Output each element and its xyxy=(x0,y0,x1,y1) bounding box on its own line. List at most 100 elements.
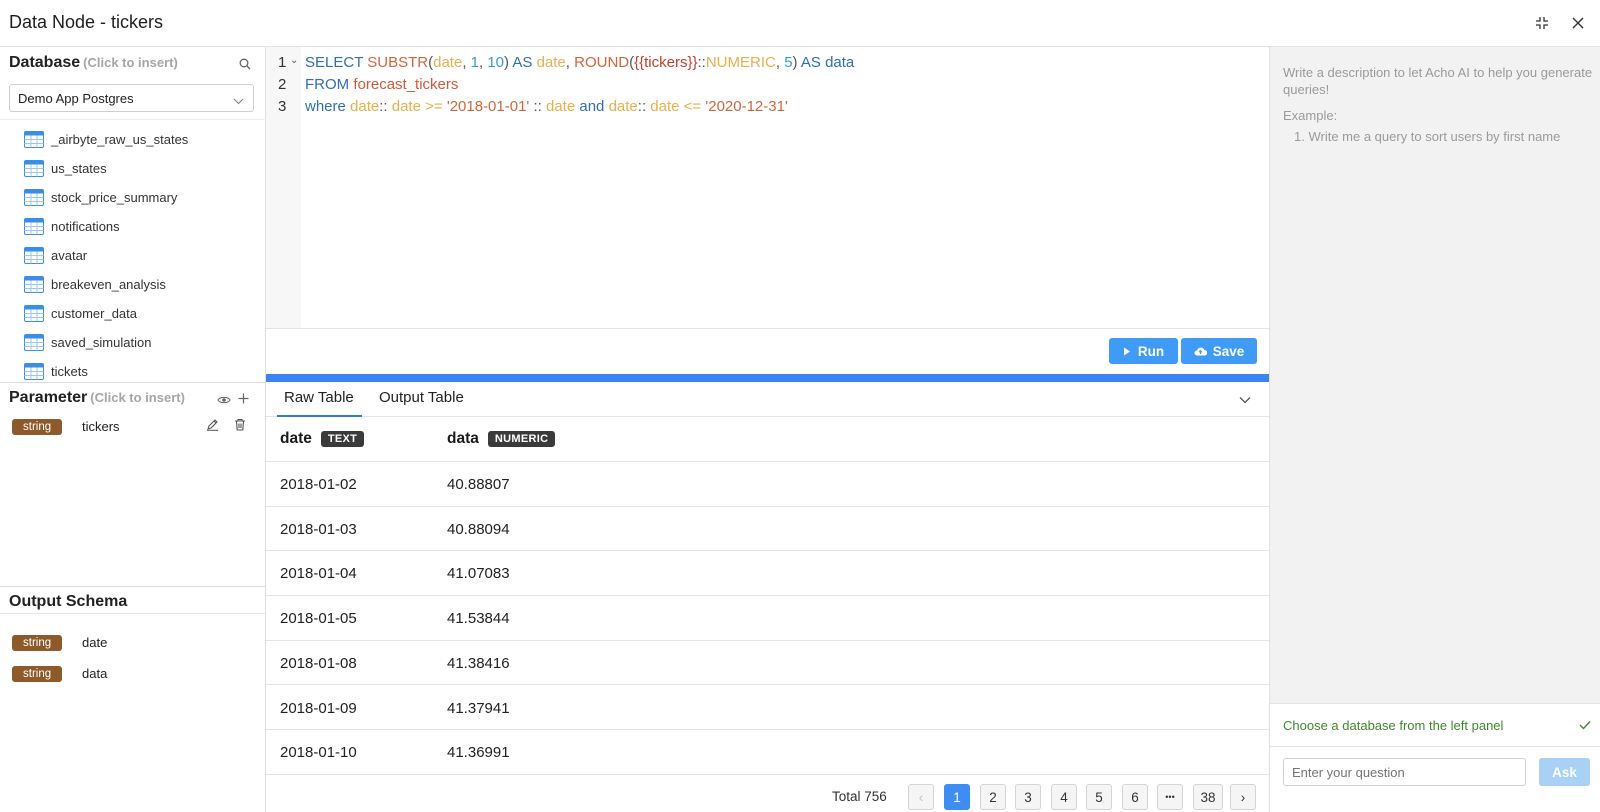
page-button[interactable]: 3 xyxy=(1015,784,1041,810)
schema-item: string date xyxy=(12,634,252,652)
table-icon xyxy=(24,188,44,206)
table-item[interactable]: _airbyte_raw_us_states xyxy=(24,128,188,150)
page-button[interactable]: 5 xyxy=(1086,784,1112,810)
table-icon xyxy=(24,304,44,322)
cell-date: 2018-01-04 xyxy=(280,565,357,583)
cell-date: 2018-01-03 xyxy=(280,520,357,538)
table-row: 2018-01-10 41.36991 xyxy=(266,730,1269,775)
chevron-down-icon xyxy=(233,93,244,108)
eye-icon[interactable] xyxy=(217,392,231,410)
page-button[interactable]: 2 xyxy=(980,784,1006,810)
line-number: 2 xyxy=(278,76,287,93)
type-badge: string xyxy=(12,635,63,651)
type-badge: string xyxy=(12,419,63,435)
table-item[interactable]: notifications xyxy=(24,215,120,237)
parameter-heading: Parameter (Click to insert) xyxy=(9,389,185,406)
table-item[interactable]: avatar xyxy=(24,244,87,266)
window-title: Data Node - tickers xyxy=(9,12,164,32)
save-button[interactable]: Save xyxy=(1181,338,1257,364)
cloud-upload-icon xyxy=(1194,347,1207,356)
fold-icon[interactable]: ⌄ xyxy=(290,55,298,66)
code-line[interactable]: SELECT SUBSTR(date, 1, 10) AS date, ROUN… xyxy=(305,54,854,71)
more-pages-button[interactable]: ••• xyxy=(1157,784,1183,810)
table-item[interactable]: tickets xyxy=(24,360,88,382)
parameter-name: tickers xyxy=(82,419,120,434)
code-line[interactable]: where date:: date >= '2018-01-01' :: dat… xyxy=(305,98,788,115)
chevron-down-icon[interactable] xyxy=(1239,391,1251,409)
table-icon xyxy=(24,362,44,380)
schema-field-name: date xyxy=(82,635,108,650)
database-select[interactable]: Demo App Postgres xyxy=(9,84,254,112)
cell-data: 41.07083 xyxy=(447,565,510,583)
table-item[interactable]: us_states xyxy=(24,157,107,179)
page-button[interactable]: 6 xyxy=(1122,784,1148,810)
table-name: stock_price_summary xyxy=(51,189,178,205)
column-header[interactable]: data NUMERIC xyxy=(447,430,556,448)
search-icon[interactable] xyxy=(239,57,251,75)
table-row: 2018-01-09 41.37941 xyxy=(266,686,1269,731)
check-icon xyxy=(1579,717,1591,735)
cell-date: 2018-01-05 xyxy=(280,610,357,628)
table-name: avatar xyxy=(51,247,88,263)
example-label: Example: xyxy=(1283,108,1338,123)
status-message: Choose a database from the left panel xyxy=(1283,718,1504,733)
table-name: saved_simulation xyxy=(51,334,152,350)
type-badge: string xyxy=(12,666,63,682)
divider xyxy=(0,382,266,383)
ask-button[interactable]: Ask xyxy=(1539,758,1590,786)
page-button[interactable]: 4 xyxy=(1051,784,1077,810)
table-row: 2018-01-05 41.53844 xyxy=(266,596,1269,641)
database-hint: (Click to insert) xyxy=(83,55,178,70)
plus-icon[interactable] xyxy=(238,391,249,409)
total-count: Total 756 xyxy=(832,789,887,804)
table-name: customer_data xyxy=(51,305,137,321)
line-number: 1 xyxy=(278,54,287,71)
cell-data: 40.88807 xyxy=(447,476,510,493)
table-item[interactable]: stock_price_summary xyxy=(24,186,177,208)
table-icon xyxy=(24,130,44,148)
ask-bar: Ask xyxy=(1270,747,1600,812)
progress-bar xyxy=(266,374,1269,382)
play-icon xyxy=(1123,347,1130,355)
column-type-badge: NUMERIC xyxy=(487,431,556,447)
code-line[interactable]: FROM forecast_tickers xyxy=(305,76,458,93)
parameter-hint: (Click to insert) xyxy=(90,390,185,405)
table-name: _airbyte_raw_us_states xyxy=(51,131,189,147)
ai-assistant-panel: Write a description to let Acho AI to he… xyxy=(1269,47,1600,812)
table-item[interactable]: saved_simulation xyxy=(24,331,151,353)
tab-output-table[interactable]: Output Table xyxy=(379,389,464,406)
parameter-item[interactable]: string tickers xyxy=(12,418,252,436)
database-heading: Database (Click to insert) xyxy=(9,54,178,71)
title-bar: Data Node - tickers xyxy=(0,0,1600,47)
cell-date: 2018-01-09 xyxy=(280,699,357,717)
next-page-button[interactable]: › xyxy=(1230,784,1256,810)
edit-icon[interactable] xyxy=(206,418,219,434)
example-item: 1. Write me a query to sort users by fir… xyxy=(1294,129,1561,144)
sql-editor[interactable]: 1 ⌄ 2 3 SELECT SUBSTR(date, 1, 10) AS da… xyxy=(266,47,1269,329)
table-icon xyxy=(24,217,44,235)
cell-date: 2018-01-10 xyxy=(280,744,357,762)
run-button[interactable]: Run xyxy=(1109,338,1178,364)
collapse-icon[interactable] xyxy=(1532,13,1552,33)
table-name: tickets xyxy=(51,363,88,379)
prev-page-button[interactable]: ‹ xyxy=(908,784,934,810)
column-type-badge: TEXT xyxy=(320,431,365,447)
question-input[interactable] xyxy=(1283,758,1526,786)
delete-icon[interactable] xyxy=(234,418,246,434)
divider xyxy=(0,586,266,587)
cell-data: 41.38416 xyxy=(447,654,510,672)
close-icon[interactable] xyxy=(1568,13,1588,33)
table-row: 2018-01-04 41.07083 xyxy=(266,551,1269,597)
table-header: date TEXT data NUMERIC xyxy=(266,417,1269,462)
cell-data: 41.53844 xyxy=(447,610,510,628)
page-button[interactable]: 1 xyxy=(944,784,970,810)
column-header[interactable]: date TEXT xyxy=(280,430,365,448)
editor-toolbar: Run Save xyxy=(266,329,1269,374)
table-item[interactable]: customer_data xyxy=(24,302,137,324)
table-item[interactable]: breakeven_analysis xyxy=(24,273,166,295)
page-button[interactable]: 38 xyxy=(1193,784,1223,810)
schema-item: string data xyxy=(12,665,252,683)
tab-raw-table[interactable]: Raw Table xyxy=(284,389,354,406)
cell-data: 41.36991 xyxy=(447,744,510,762)
table-name: notifications xyxy=(51,218,120,234)
